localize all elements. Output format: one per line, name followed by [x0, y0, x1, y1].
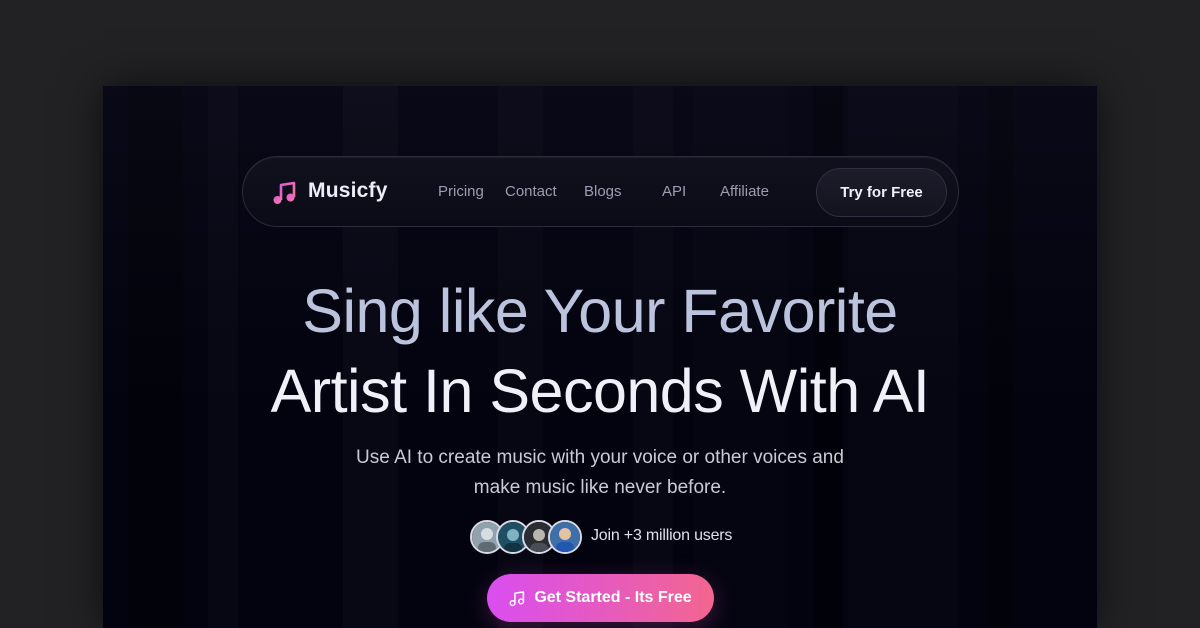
landing-page: Musicfy Pricing Contact Blogs API Affili… — [103, 86, 1097, 628]
social-proof-text: Join +3 million users — [591, 527, 733, 544]
hero-headline-line1: Sing like Your Favorite — [302, 277, 898, 345]
nav-link-affiliate[interactable]: Affiliate — [720, 183, 769, 200]
nav-link-contact[interactable]: Contact — [505, 183, 557, 200]
avatar — [548, 520, 582, 554]
nav-link-pricing[interactable]: Pricing — [438, 183, 484, 200]
get-started-button[interactable]: Get Started - Its Free — [487, 574, 714, 622]
nav-link-api[interactable]: API — [662, 183, 686, 200]
brand-name[interactable]: Musicfy — [308, 179, 388, 203]
nav-link-blogs[interactable]: Blogs — [584, 183, 622, 200]
music-note-icon — [509, 590, 525, 606]
user-avatar-group — [470, 520, 590, 555]
hero-subtitle-line1: Use AI to create music with your voice o… — [356, 447, 844, 468]
hero-subtitle-line2: make music like never before. — [473, 477, 727, 498]
hero-headline-line2: Artist In Seconds With AI — [270, 357, 930, 425]
navbar: Musicfy Pricing Contact Blogs API Affili… — [242, 156, 959, 227]
try-for-free-button[interactable]: Try for Free — [816, 168, 947, 217]
music-note-icon — [273, 181, 296, 204]
get-started-label: Get Started - Its Free — [534, 589, 692, 606]
